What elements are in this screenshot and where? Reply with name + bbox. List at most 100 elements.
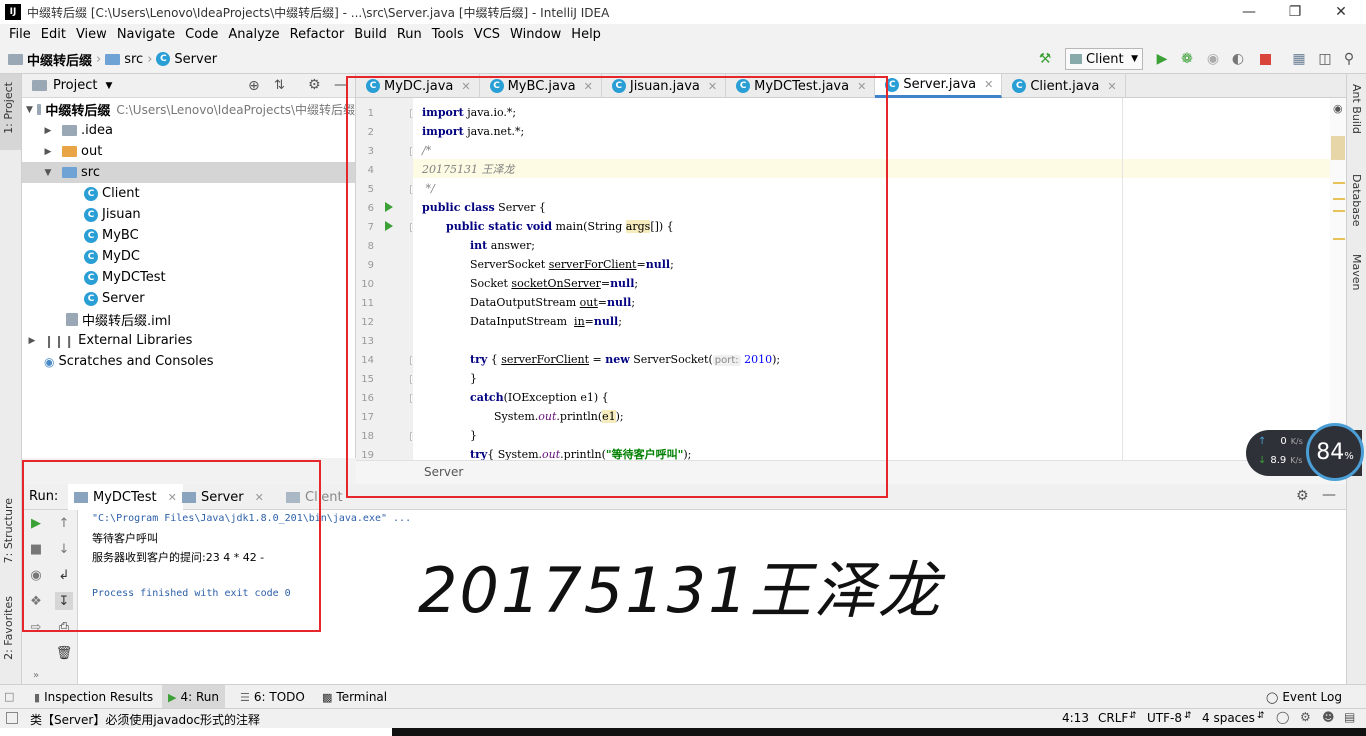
profile-icon[interactable]: ◐ xyxy=(1229,50,1247,68)
rerun-icon[interactable]: ▶ xyxy=(27,514,45,532)
memory-usage-gauge[interactable]: 84% xyxy=(1306,423,1364,481)
tree-item-scratches[interactable]: ◉ Scratches and Consoles xyxy=(22,351,355,372)
editor-tab-mydc[interactable]: C MyDC.java ✕ xyxy=(356,74,480,98)
eye-icon[interactable]: ◉ xyxy=(1333,102,1343,115)
menu-refactor[interactable]: Refactor xyxy=(285,27,350,42)
editor-tab-mybc[interactable]: C MyBC.java ✕ xyxy=(480,74,602,98)
stop-icon[interactable] xyxy=(1256,50,1274,68)
tab-run[interactable]: ▶ 4: Run xyxy=(162,685,225,709)
tool-tab-project[interactable]: 1: Project xyxy=(2,82,15,134)
soft-wrap-icon[interactable]: ↲ xyxy=(55,566,73,584)
tool-tab-structure[interactable]: 7: Structure xyxy=(2,498,15,563)
line-separator[interactable]: CRLF xyxy=(1098,711,1128,725)
tool-tab-ant-build[interactable]: Ant Build xyxy=(1350,84,1363,134)
project-view-label[interactable]: Project xyxy=(53,78,97,93)
minimize-button[interactable]: — xyxy=(1226,0,1272,24)
tab-todo[interactable]: ☰ 6: TODO xyxy=(234,685,311,709)
down-arrow-icon[interactable]: ↓ xyxy=(55,540,73,558)
menu-code[interactable]: Code xyxy=(180,27,223,42)
build-hammer-icon[interactable]: ⚒ xyxy=(1036,50,1054,68)
debug-icon[interactable]: ❁ xyxy=(1178,50,1196,68)
more-icon[interactable]: » xyxy=(27,666,45,684)
gear-icon[interactable]: ⚙ xyxy=(1296,488,1309,504)
tree-item-mydc[interactable]: C MyDC xyxy=(22,246,355,267)
warning-marker[interactable] xyxy=(1333,198,1345,200)
exit-icon[interactable]: ⇨ xyxy=(27,618,45,636)
tab-event-log[interactable]: ◯ Event Log xyxy=(1260,685,1348,709)
tree-item-mydctest[interactable]: C MyDCTest xyxy=(22,267,355,288)
indent-setting[interactable]: 4 spaces xyxy=(1202,711,1255,725)
tree-item-src[interactable]: ▼ src xyxy=(22,162,355,183)
tab-terminal[interactable]: ▩ Terminal xyxy=(316,685,393,709)
tree-item-idea[interactable]: ▶ .idea xyxy=(22,120,355,141)
close-icon[interactable]: ✕ xyxy=(708,80,717,93)
editor-tab-mydctest[interactable]: C MyDCTest.java ✕ xyxy=(726,74,876,98)
notifications-icon[interactable]: ▤ xyxy=(1344,710,1355,724)
cursor-position[interactable]: 4:13 xyxy=(1062,711,1089,725)
tree-item-iml[interactable]: 中缀转后缀.iml xyxy=(22,309,355,330)
run-tab-server[interactable]: Server ✕ xyxy=(176,484,270,510)
run-tab-mydctest[interactable]: MyDCTest ✕ xyxy=(68,484,183,510)
tree-item-server[interactable]: C Server xyxy=(22,288,355,309)
menu-help[interactable]: Help xyxy=(566,27,606,42)
project-structure-icon[interactable]: ▦ xyxy=(1290,50,1308,68)
menu-file[interactable]: File xyxy=(4,27,36,42)
close-icon[interactable]: ✕ xyxy=(1107,80,1116,93)
editor-tab-client[interactable]: C Client.java ✕ xyxy=(1002,74,1126,98)
run-icon[interactable]: ▶ xyxy=(1153,50,1171,68)
inspector-icon[interactable]: ☻ xyxy=(1322,710,1335,724)
restore-button[interactable]: ❐ xyxy=(1272,0,1318,24)
camera-icon[interactable]: ◉ xyxy=(27,566,45,584)
terminal-window-icon[interactable]: ◫ xyxy=(1316,50,1334,68)
close-icon[interactable]: ✕ xyxy=(584,80,593,93)
editor-gutter[interactable]: 1 2 3 4 5 6 7 8 9 10 11 12 13 14 15 16 1… xyxy=(356,98,418,461)
breadcrumb-src[interactable]: src xyxy=(124,52,143,67)
tool-tab-favorites[interactable]: 2: Favorites xyxy=(2,596,15,660)
hide-panel-icon[interactable]: — xyxy=(334,77,348,93)
menu-edit[interactable]: Edit xyxy=(36,27,71,42)
print-icon[interactable]: ⎙ xyxy=(55,618,73,636)
close-icon[interactable]: ✕ xyxy=(255,491,264,504)
tool-windows-icon[interactable]: □ xyxy=(4,690,18,704)
tree-item-mybc[interactable]: C MyBC xyxy=(22,225,355,246)
editor-tab-server[interactable]: C Server.java ✕ xyxy=(875,74,1003,98)
breadcrumb-project[interactable]: 中缀转后缀 xyxy=(27,50,92,69)
editor-error-stripe[interactable]: ◉ xyxy=(1330,98,1346,460)
file-encoding[interactable]: UTF-8 xyxy=(1147,711,1182,725)
tree-item-out[interactable]: ▶ out xyxy=(22,141,355,162)
tree-item-jisuan[interactable]: C Jisuan xyxy=(22,204,355,225)
tree-root[interactable]: ▼ 中缀转后缀 C:\Users\Lenovo\IdeaProjects\中缀转… xyxy=(22,99,355,120)
code-editor[interactable]: import java.io.*; import java.net.*; /* … xyxy=(412,98,1330,460)
up-arrow-icon[interactable]: ↑ xyxy=(55,514,73,532)
menu-navigate[interactable]: Navigate xyxy=(112,27,180,42)
run-class-icon[interactable] xyxy=(385,202,393,212)
menu-analyze[interactable]: Analyze xyxy=(223,27,284,42)
toggle-tool-windows-icon[interactable] xyxy=(6,712,18,724)
tree-item-client[interactable]: C Client xyxy=(22,183,355,204)
close-icon[interactable]: ✕ xyxy=(857,80,866,93)
menu-build[interactable]: Build xyxy=(349,27,392,42)
settings-bug-icon[interactable]: ❖ xyxy=(27,592,45,610)
gear-icon[interactable]: ⚙ xyxy=(308,77,321,93)
tree-item-external-libraries[interactable]: ▶ ❙❙❙ External Libraries xyxy=(22,330,355,351)
menu-tools[interactable]: Tools xyxy=(427,27,469,42)
menu-run[interactable]: Run xyxy=(392,27,427,42)
coverage-icon[interactable]: ◉ xyxy=(1204,50,1222,68)
editor-breadcrumb[interactable]: Server xyxy=(356,460,1346,484)
tab-inspection-results[interactable]: ▮ Inspection Results xyxy=(28,685,159,709)
trash-icon[interactable]: 🗑 xyxy=(55,644,73,662)
scroll-thumb[interactable] xyxy=(1331,136,1345,160)
chevron-down-icon[interactable]: ▼ xyxy=(105,81,112,91)
git-icon[interactable]: ⚙ xyxy=(1300,710,1311,724)
scroll-to-end-icon[interactable]: ↧ xyxy=(55,592,73,610)
close-icon[interactable]: ✕ xyxy=(984,78,993,91)
warning-marker[interactable] xyxy=(1333,210,1345,212)
run-tab-client[interactable]: Client xyxy=(280,484,349,510)
menu-window[interactable]: Window xyxy=(505,27,566,42)
warning-marker[interactable] xyxy=(1333,182,1345,184)
breadcrumb-server[interactable]: Server xyxy=(174,52,217,67)
menu-vcs[interactable]: VCS xyxy=(469,27,505,42)
tool-tab-maven[interactable]: Maven xyxy=(1350,254,1363,290)
hide-panel-icon[interactable]: — xyxy=(1322,487,1336,503)
warning-marker[interactable] xyxy=(1333,238,1345,240)
